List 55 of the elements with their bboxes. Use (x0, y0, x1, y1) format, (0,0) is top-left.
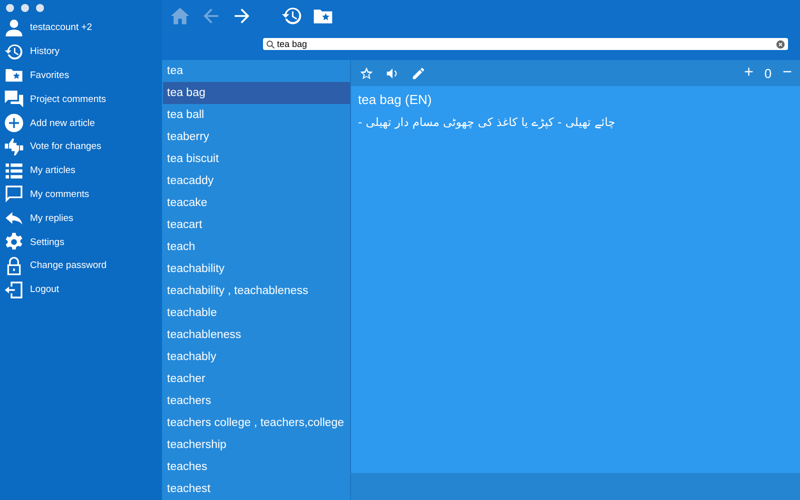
word-list-item[interactable]: teachership (163, 434, 350, 456)
speech-bubble-icon[interactable] (4, 184, 24, 204)
clear-icon[interactable] (776, 40, 785, 48)
word-list-item[interactable]: teacart (163, 214, 350, 236)
word-list-item[interactable]: teachers (163, 390, 350, 412)
word-list-item[interactable]: teachest (163, 478, 350, 500)
minimize-dot[interactable] (21, 4, 29, 12)
word-list-item[interactable]: teachable (163, 302, 350, 324)
sidebar-item[interactable]: My articles (30, 165, 76, 176)
chat-bubbles-icon[interactable] (4, 89, 24, 110)
word-list-item[interactable]: tea bag (163, 82, 350, 104)
sidebar-item[interactable]: Project comments (30, 94, 106, 105)
word-list-item[interactable]: teaberry (163, 126, 350, 148)
sidebar-item[interactable]: My replies (30, 212, 74, 224)
history-icon[interactable] (4, 42, 24, 62)
word-list-item[interactable]: teachers college , teachers,college (163, 412, 350, 434)
word-list-item[interactable]: tea biscuit (163, 148, 350, 170)
plus-button[interactable]: + (744, 64, 754, 82)
sidebar-item[interactable]: Change password (30, 260, 107, 272)
sidebar-item[interactable]: My comments (30, 188, 90, 200)
article-title: tea bag (EN) (358, 92, 433, 107)
word-list-item[interactable]: teachableness (163, 324, 350, 346)
settings-icon[interactable] (4, 232, 24, 252)
word-list-item[interactable]: tea ball (163, 104, 350, 126)
word-list-item[interactable]: teach (163, 236, 350, 258)
word-list-item[interactable]: teachability , teachableness (163, 280, 350, 302)
word-list-item[interactable]: teaches (163, 456, 350, 478)
list-icon[interactable] (4, 160, 24, 181)
zoom-dot[interactable] (36, 4, 44, 12)
star-icon[interactable] (359, 66, 374, 80)
word-list-item[interactable]: teacake (163, 192, 350, 214)
sidebar-item[interactable]: Favorites (30, 70, 70, 81)
history-icon[interactable] (281, 5, 303, 27)
sidebar-item[interactable]: Vote for changes (30, 141, 102, 152)
rating-count: 0 (764, 66, 772, 80)
plus-circle-icon[interactable] (4, 113, 24, 134)
user-icon[interactable] (4, 18, 24, 38)
sidebar-item[interactable]: History (30, 46, 60, 58)
word-list-item[interactable]: teacaddy (163, 170, 350, 192)
search-field[interactable]: tea bag (263, 38, 788, 50)
word-list-item[interactable]: teachability (163, 258, 350, 280)
thumbs-icon[interactable] (4, 136, 24, 157)
word-list-item[interactable]: teacher (163, 368, 350, 390)
close-dot[interactable] (6, 4, 14, 12)
sidebar-item[interactable]: Settings (30, 236, 64, 248)
logout-icon[interactable] (4, 280, 24, 300)
sidebar-item[interactable]: Add new article (30, 118, 95, 129)
sidebar-item[interactable]: Logout (30, 284, 60, 296)
pencil-icon[interactable] (411, 66, 426, 80)
word-list-item[interactable]: teachably (163, 346, 350, 368)
search-icon (266, 40, 275, 48)
word-list-item[interactable]: tea (163, 60, 350, 82)
minus-button[interactable]: − (782, 64, 792, 82)
translation-text: چائے تھیلی - کپڑے یا کاغذ کی چھوٹی مسام دار تھیلی - (358, 115, 616, 129)
sidebar-item[interactable]: testaccount +2 (30, 22, 92, 34)
